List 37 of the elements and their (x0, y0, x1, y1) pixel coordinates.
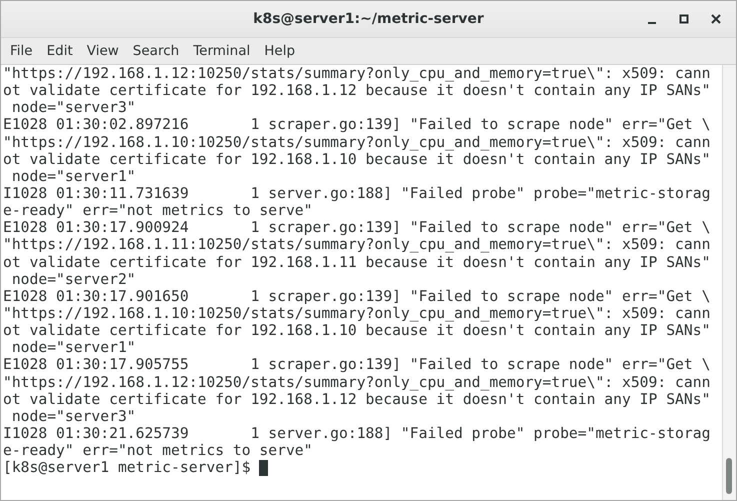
terminal-line: "https://192.168.1.10:10250/stats/summary?only_cpu_and_memory=true\": x509: cann (3, 134, 712, 151)
window-title: k8s@server1:~/metric-server (253, 11, 484, 27)
terminal-line: "https://192.168.1.10:10250/stats/summary?only_cpu_and_memory=true\": x509: cann (3, 304, 712, 322)
terminal-line: node="server3" (10, 408, 137, 425)
terminal-line: e-ready" err="not metrics to serve" (3, 202, 314, 220)
terminal-line: e-ready" err="not metrics to serve" (3, 442, 314, 460)
terminal-line: node="server3" (10, 99, 137, 116)
terminal-line: ot validate certificate for 192.168.1.11 because it doesn't contain any IP SANs" (3, 254, 712, 271)
terminal-line: ot validate certificate for 192.168.1.10 because it doesn't contain any IP SANs" (3, 322, 712, 340)
menu-item[interactable]: Terminal (186, 40, 258, 62)
terminal-line: "https://192.168.1.12:10250/stats/summary?only_cpu_and_memory=true\": x509: cann (3, 65, 712, 82)
terminal-line: E1028 01:30:17.905755 1 scraper.go:139] "Failed to scrape node" err="Get \ (3, 356, 712, 374)
maximize-icon (679, 14, 689, 24)
terminal-line: "https://192.168.1.12:10250/stats/summary?only_cpu_and_memory=true\": x509: cann (3, 374, 712, 391)
terminal-line: ot validate certificate for 192.168.1.12 because it doesn't contain any IP SANs" (3, 82, 712, 100)
menu-item[interactable]: File (3, 40, 40, 62)
terminal-line: node="server2" (10, 270, 137, 288)
shell-prompt: [k8s@server1 metric-server]$ (3, 459, 252, 476)
terminal-line: E1028 01:30:17.901650 1 scraper.go:139] "Failed to scrape node" err="Get \ (3, 288, 712, 305)
menu-item[interactable]: View (80, 40, 126, 62)
terminal-line: node="server1" (10, 339, 137, 356)
terminal-line: ot validate certificate for 192.168.1.10 because it doesn't contain any IP SANs" (3, 150, 712, 168)
terminal-line: E1028 01:30:17.900924 1 scraper.go:139] "Failed to scrape node" err="Get \ (3, 219, 712, 236)
menu-item[interactable]: Search (126, 40, 186, 62)
terminal-line: ot validate certificate for 192.168.1.12 because it doesn't contain any IP SANs" (3, 390, 712, 408)
terminal-line: "https://192.168.1.11:10250/stats/summary?only_cpu_and_memory=true\": x509: cann (3, 236, 712, 254)
minimize-icon (648, 22, 656, 24)
terminal-line: I1028 01:30:11.731639 1 server.go:188] "Failed probe" probe="metric-storag (3, 184, 712, 202)
terminal-line: node="server1" (10, 168, 137, 185)
menu-item[interactable]: Edit (40, 40, 80, 62)
scrollbar[interactable] (722, 65, 736, 500)
terminal-line: I1028 01:30:21.625739 1 server.go:188] "Failed probe" probe="metric-storag (3, 424, 712, 442)
menu-item[interactable]: Help (257, 40, 302, 62)
text-cursor (259, 460, 268, 476)
terminal-line: E1028 01:30:02.897216 1 scraper.go:139] "Failed to scrape node" err="Get \ (3, 116, 712, 134)
scrollbar-thumb[interactable] (726, 458, 732, 494)
close-icon (711, 14, 721, 24)
